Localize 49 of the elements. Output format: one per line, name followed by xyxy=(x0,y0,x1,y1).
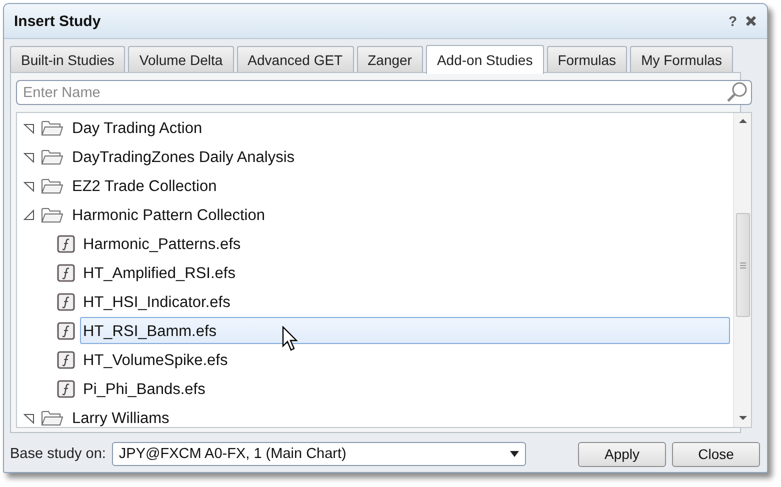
study-item[interactable]: HT_VolumeSpike.efs xyxy=(80,346,232,373)
folder-icon xyxy=(41,410,63,426)
folder-label[interactable]: EZ2 Trade Collection xyxy=(69,172,221,199)
expand-arrow-icon[interactable] xyxy=(23,150,35,162)
help-button[interactable]: ? xyxy=(728,13,737,29)
tab[interactable]: My Formulas xyxy=(630,46,733,73)
folder-label[interactable]: DayTradingZones Daily Analysis xyxy=(69,143,299,170)
study-item[interactable]: HT_HSI_Indicator.efs xyxy=(80,288,234,315)
function-file-icon xyxy=(57,234,75,252)
folder-icon xyxy=(41,148,63,164)
folder-label[interactable]: Larry Williams xyxy=(69,404,174,427)
study-item[interactable]: Harmonic_Patterns.efs xyxy=(80,230,245,257)
dropdown-arrow-icon[interactable] xyxy=(510,451,519,457)
expand-arrow-icon[interactable] xyxy=(23,122,35,134)
expand-arrow-icon[interactable] xyxy=(23,412,35,424)
function-file-icon xyxy=(57,292,75,310)
folder-label[interactable]: Harmonic Pattern Collection xyxy=(69,201,269,228)
tab[interactable]: Volume Delta xyxy=(128,46,234,73)
study-item[interactable]: HT_Amplified_RSI.efs xyxy=(80,259,240,286)
scrollbar[interactable] xyxy=(733,113,751,427)
dialog-button[interactable]: Apply xyxy=(578,442,666,466)
tab[interactable]: Zanger xyxy=(356,46,423,73)
collapse-arrow-icon[interactable] xyxy=(23,208,35,220)
expand-arrow-icon[interactable] xyxy=(23,180,35,192)
tab[interactable]: Advanced GET xyxy=(236,46,354,73)
folder-label[interactable]: Day Trading Action xyxy=(69,114,206,141)
dialog-button[interactable]: Close xyxy=(672,442,760,466)
close-icon[interactable] xyxy=(745,15,757,27)
search-field[interactable]: Enter Name xyxy=(16,80,752,105)
window-title: Insert Study xyxy=(14,12,102,30)
search-icon[interactable] xyxy=(726,81,748,103)
mouse-cursor-icon xyxy=(282,326,300,354)
function-file-icon xyxy=(57,350,75,368)
study-item[interactable]: Pi_Phi_Bands.efs xyxy=(80,375,210,402)
base-study-label: Base study on: xyxy=(10,446,106,462)
scrollbar-thumb[interactable] xyxy=(736,213,750,317)
tab[interactable]: Built-in Studies xyxy=(10,46,126,73)
base-study-dropdown[interactable]: JPY@FXCM A0-FX, 1 (Main Chart) xyxy=(112,442,526,466)
function-file-icon xyxy=(57,322,75,340)
scroll-down-icon[interactable] xyxy=(738,415,746,421)
folder-icon xyxy=(41,120,63,136)
function-file-icon xyxy=(57,264,75,282)
function-file-icon xyxy=(57,380,75,398)
folder-icon xyxy=(41,206,63,222)
study-item[interactable]: HT_RSI_Bamm.efs xyxy=(80,317,730,344)
tab[interactable]: Formulas xyxy=(546,46,628,73)
folder-icon xyxy=(41,178,63,194)
scroll-up-icon[interactable] xyxy=(738,118,746,124)
tab[interactable]: Add-on Studies xyxy=(426,45,544,74)
